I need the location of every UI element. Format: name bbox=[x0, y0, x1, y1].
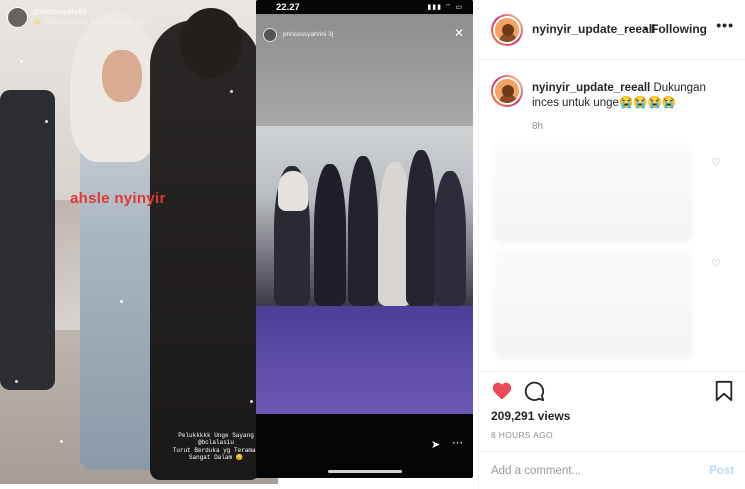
caption-time: 8h bbox=[532, 121, 544, 132]
story-avatar bbox=[7, 7, 28, 28]
status-icons: ▮▮▮ ⌔ ▭ bbox=[427, 4, 463, 11]
hijab bbox=[278, 171, 308, 211]
comments-section: nyinyir_update_reeall Dukungan inces unt… bbox=[479, 61, 745, 371]
heart-filled-icon[interactable] bbox=[491, 380, 513, 402]
story-time: 50m bbox=[91, 7, 108, 16]
story-user: princessyahrini 50m bbox=[33, 7, 107, 16]
post-caption: nyinyir_update_reeall Dukungan inces unt… bbox=[532, 81, 732, 111]
separator-dot: • bbox=[644, 22, 649, 36]
story-time: 3j bbox=[328, 31, 334, 38]
story-avatar bbox=[263, 28, 277, 42]
more-icon[interactable]: ⋯ bbox=[452, 436, 463, 449]
sparkle bbox=[45, 120, 48, 123]
person bbox=[406, 150, 436, 306]
watermark-text: ahsle nyinyir bbox=[70, 190, 166, 207]
following-button[interactable]: Following bbox=[651, 22, 707, 36]
story-music-label: ✨ Glitter on White ✦ dari jannahfuwan bbox=[33, 19, 147, 26]
bookmark-icon[interactable] bbox=[714, 380, 734, 402]
post-header: nyinyir_update_reeall • Following ••• bbox=[479, 0, 745, 60]
blurred-comment bbox=[493, 249, 693, 359]
sparkle bbox=[230, 90, 233, 93]
avatar[interactable] bbox=[491, 75, 523, 107]
comment-like-icon[interactable]: ♡ bbox=[711, 257, 721, 270]
story-footer bbox=[256, 414, 473, 478]
post-button[interactable]: Post bbox=[709, 465, 734, 477]
avatar[interactable] bbox=[491, 14, 523, 46]
head bbox=[180, 8, 242, 78]
person bbox=[434, 171, 466, 306]
woman-in-black bbox=[150, 20, 260, 480]
person bbox=[348, 156, 378, 306]
group-photo bbox=[256, 126, 473, 306]
sparkle bbox=[120, 300, 123, 303]
header-username[interactable]: nyinyir_update_reeall bbox=[532, 22, 655, 36]
story-gradient bbox=[256, 306, 473, 416]
post-timestamp: 8 HOURS AGO bbox=[491, 430, 553, 440]
sparkle bbox=[250, 400, 253, 403]
comment-input[interactable] bbox=[491, 462, 691, 480]
comment-icon[interactable] bbox=[523, 380, 545, 402]
send-icon[interactable]: ➤ bbox=[431, 438, 440, 451]
blurred-comment bbox=[493, 143, 693, 243]
sparkle bbox=[15, 380, 18, 383]
story-user: princessyahrini 3j bbox=[283, 31, 333, 38]
story-username: princessyahrini bbox=[33, 7, 87, 16]
status-time: 22.27 bbox=[276, 2, 300, 13]
story-screenshot-middle: 22.27 ▮▮▮ ⌔ ▭ princessyahrini 3j ✕ ➤ ⋯ bbox=[256, 0, 473, 478]
background-person bbox=[0, 90, 55, 390]
sparkle bbox=[20, 60, 23, 63]
add-comment-bar: Post bbox=[479, 451, 745, 489]
post-media: ahsle nyinyir Pelukkkkk Unge Sayang @bcl… bbox=[0, 0, 478, 489]
caption-username[interactable]: nyinyir_update_reeall bbox=[532, 82, 650, 94]
post-actions: 209,291 views 8 HOURS AGO bbox=[479, 371, 745, 451]
more-options-icon[interactable]: ••• bbox=[716, 17, 734, 33]
story-username: princessyahrini bbox=[283, 31, 327, 38]
sparkle bbox=[60, 440, 63, 443]
post-sidebar: nyinyir_update_reeall • Following ••• ny… bbox=[478, 0, 745, 489]
person bbox=[314, 164, 346, 306]
close-icon[interactable]: ✕ bbox=[454, 26, 464, 40]
home-indicator bbox=[328, 470, 402, 473]
comment-like-icon[interactable]: ♡ bbox=[711, 156, 721, 169]
story-screenshot-left: ahsle nyinyir Pelukkkkk Unge Sayang @bcl… bbox=[0, 0, 278, 484]
face bbox=[102, 50, 142, 102]
view-count[interactable]: 209,291 views bbox=[491, 409, 570, 423]
story-caption: Pelukkkkk Unge Sayang @bclalasiu Turut B… bbox=[172, 432, 260, 462]
